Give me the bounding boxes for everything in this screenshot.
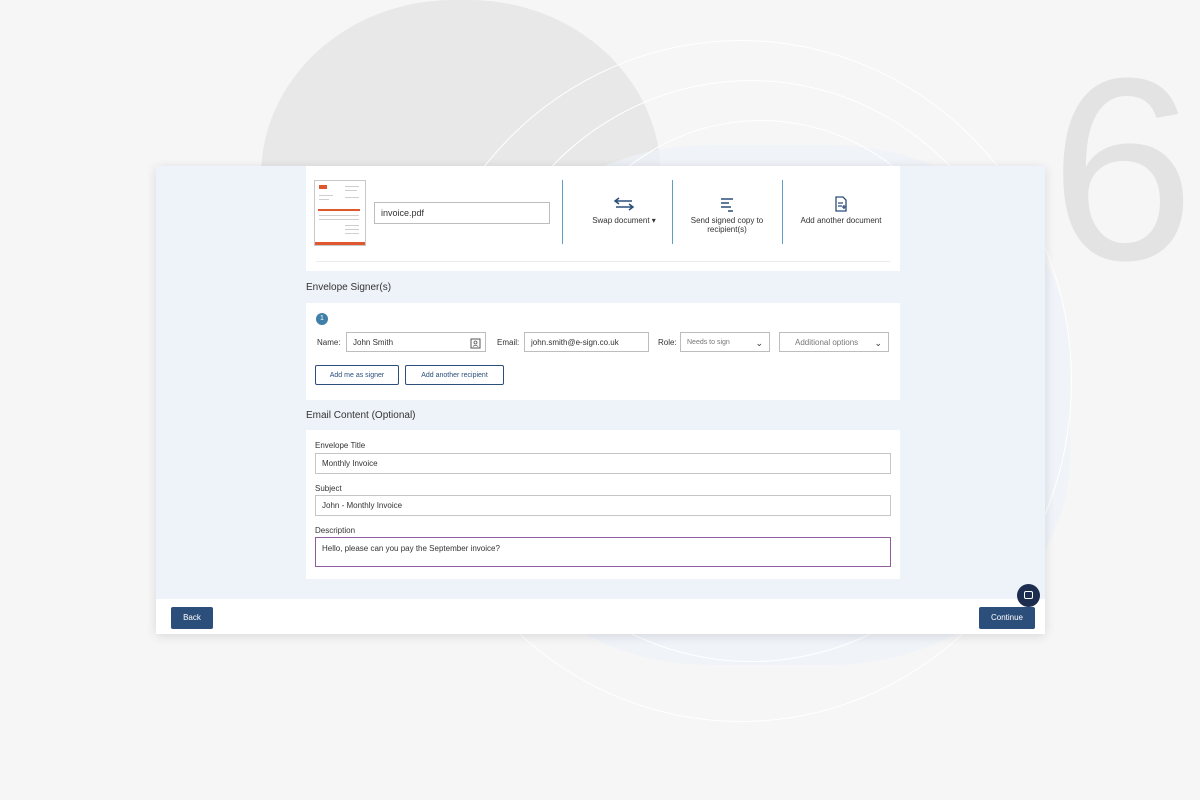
additional-options-select[interactable]: Additional options ⌄ <box>779 332 889 352</box>
document-card: invoice.pdf Swap document ▾ Send signed … <box>306 166 900 271</box>
envelope-title-input[interactable]: Monthly Invoice <box>315 453 891 474</box>
app-window: invoice.pdf Swap document ▾ Send signed … <box>156 166 1045 634</box>
add-document-icon <box>790 196 892 212</box>
subject-input[interactable]: John - Monthly Invoice <box>315 495 891 516</box>
name-label: Name: <box>317 338 341 347</box>
document-thumbnail[interactable] <box>314 180 366 246</box>
divider <box>316 261 890 262</box>
add-me-as-signer-button[interactable]: Add me as signer <box>315 365 399 385</box>
step-number: 6 <box>1050 25 1195 315</box>
signers-section-title: Envelope Signer(s) <box>306 282 392 293</box>
send-signed-copy-button[interactable]: Send signed copy to recipient(s) <box>680 196 774 234</box>
additional-options-label: Additional options <box>795 338 859 347</box>
swap-document-label: Swap document ▾ <box>592 216 656 225</box>
signer-name-input[interactable]: John Smith <box>346 332 486 352</box>
footer-bar: Back Continue <box>156 599 1045 634</box>
add-another-document-button[interactable]: Add another document <box>790 196 892 225</box>
subject-label: Subject <box>315 484 342 493</box>
chevron-down-icon: ⌄ <box>874 338 882 348</box>
role-label: Role: <box>658 338 677 347</box>
send-signed-copy-label: Send signed copy to recipient(s) <box>690 216 764 234</box>
email-label: Email: <box>497 338 520 347</box>
add-another-document-label: Add another document <box>800 216 882 225</box>
add-another-recipient-button[interactable]: Add another recipient <box>405 365 504 385</box>
back-button[interactable]: Back <box>171 607 213 629</box>
email-content-section-title: Email Content (Optional) <box>306 410 416 421</box>
divider <box>672 180 673 244</box>
envelope-title-label: Envelope Title <box>315 441 366 450</box>
email-content-card: Envelope Title Monthly Invoice Subject J… <box>306 430 900 579</box>
role-value: Needs to sign <box>687 339 730 346</box>
signer-email-input[interactable]: john.smith@e-sign.co.uk <box>524 332 649 352</box>
divider <box>562 180 563 244</box>
description-label: Description <box>315 526 356 535</box>
document-name-input[interactable]: invoice.pdf <box>374 202 550 224</box>
continue-button[interactable]: Continue <box>979 607 1035 629</box>
align-lines-icon <box>680 196 774 212</box>
divider <box>782 180 783 244</box>
swap-document-button[interactable]: Swap document ▾ <box>572 196 676 225</box>
chat-support-icon[interactable] <box>1017 584 1040 607</box>
contacts-icon[interactable] <box>470 337 481 357</box>
chevron-down-icon: ⌄ <box>755 338 763 348</box>
role-select[interactable]: Needs to sign ⌄ <box>680 332 770 352</box>
signer-number-badge: 1 <box>316 313 328 325</box>
description-textarea[interactable]: Hello, please can you pay the September … <box>315 537 891 567</box>
signer-name-value: John Smith <box>353 338 394 347</box>
signer-card: 1 Name: John Smith Email: john.smith@e-s… <box>306 303 900 400</box>
swap-arrows-icon <box>572 196 676 212</box>
